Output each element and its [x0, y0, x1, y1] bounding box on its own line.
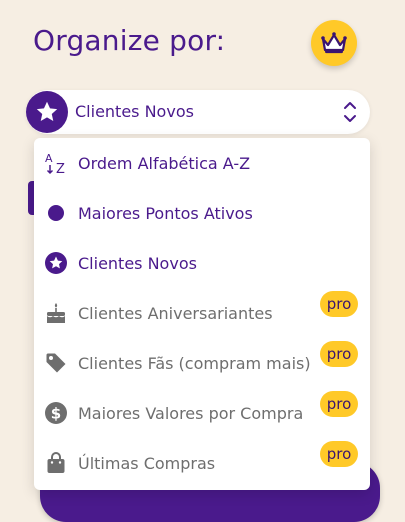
menu-item-new-clients[interactable]: Clientes Novos	[34, 238, 370, 288]
shopping-bag-icon	[44, 451, 68, 475]
svg-text:A: A	[45, 152, 53, 165]
pro-badge: pro	[320, 391, 358, 417]
svg-text:$: $	[51, 405, 61, 423]
menu-item-label: Clientes Fãs (compram mais)	[78, 354, 311, 373]
menu-item-fans[interactable]: Clientes Fãs (compram mais)	[34, 338, 370, 388]
menu-item-label: Clientes Aniversariantes	[78, 304, 273, 323]
menu-item-highest-values[interactable]: $ Maiores Valores por Compra	[34, 388, 370, 438]
menu-item-points[interactable]: Maiores Pontos Ativos	[34, 188, 370, 238]
cake-icon	[44, 301, 68, 325]
menu-item-label: Últimas Compras	[78, 454, 216, 473]
menu-item-label: Maiores Pontos Ativos	[78, 204, 253, 223]
dot-icon	[44, 201, 68, 225]
sort-alpha-icon: A Z	[44, 151, 68, 175]
pro-badge: pro	[320, 291, 358, 317]
menu-item-alphabetical[interactable]: A Z Ordem Alfabética A-Z	[34, 138, 370, 188]
menu-item-recent-purchases[interactable]: Últimas Compras	[34, 438, 370, 488]
pro-badge: pro	[320, 341, 358, 367]
dollar-icon: $	[44, 401, 68, 425]
pro-badge: pro	[320, 441, 358, 467]
menu-item-label: Clientes Novos	[78, 254, 197, 273]
star-icon	[36, 101, 58, 121]
menu-item-label: Maiores Valores por Compra	[78, 404, 304, 423]
premium-crown-button[interactable]	[311, 20, 357, 66]
select-value: Clientes Novos	[75, 102, 194, 121]
chevron-up-down-icon	[344, 102, 356, 122]
select-badge	[26, 91, 68, 133]
menu-item-label: Ordem Alfabética A-Z	[78, 154, 251, 173]
menu-item-birthdays[interactable]: Clientes Aniversariantes	[34, 288, 370, 338]
sort-options-menu: A Z Ordem Alfabética A-Z Maiores Pontos …	[34, 138, 370, 490]
tag-icon	[44, 351, 68, 375]
sort-select[interactable]: Clientes Novos	[26, 90, 370, 134]
svg-text:Z: Z	[56, 162, 65, 175]
crown-icon	[321, 32, 347, 54]
star-badge-icon	[44, 251, 68, 275]
page-title: Organize por:	[33, 24, 226, 57]
